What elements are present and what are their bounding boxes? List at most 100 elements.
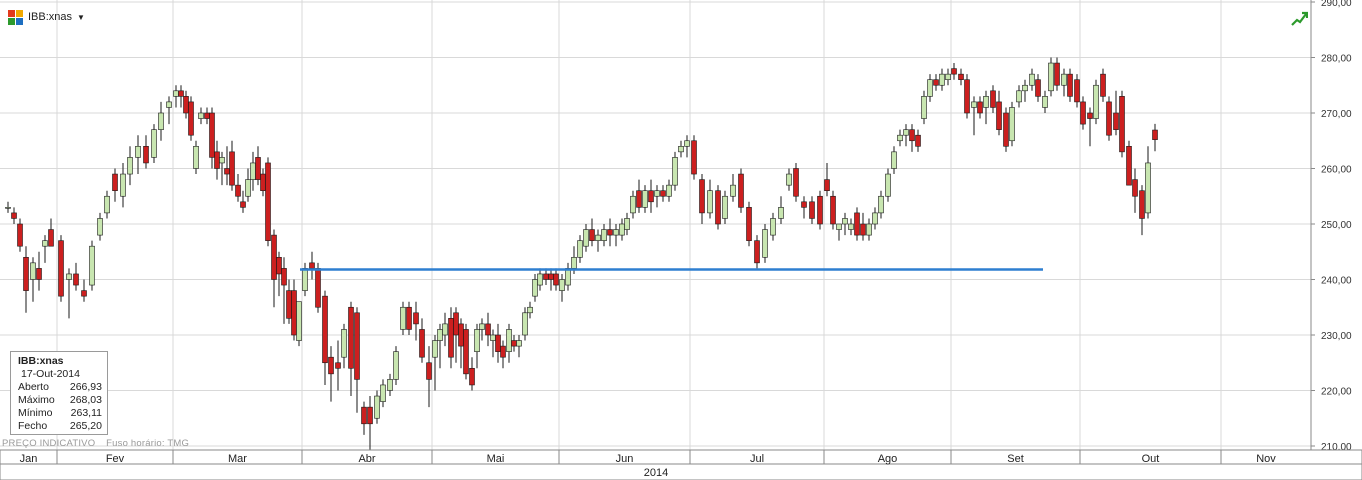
candle-body xyxy=(1126,146,1132,186)
candle-body xyxy=(240,201,246,208)
candle[interactable] xyxy=(672,151,678,191)
candle[interactable] xyxy=(296,301,302,347)
candle-body xyxy=(479,323,485,330)
candle[interactable] xyxy=(89,240,95,291)
candle[interactable] xyxy=(830,190,836,230)
candle[interactable] xyxy=(463,323,469,380)
candle-body xyxy=(214,151,220,169)
candle-body xyxy=(878,195,884,214)
candle-body xyxy=(778,207,784,219)
candle-body xyxy=(198,112,204,119)
price-note: PREÇO INDICATIVO xyxy=(2,438,96,449)
candle-body xyxy=(1054,62,1060,86)
candle[interactable] xyxy=(1048,57,1054,97)
trend-arrow-icon[interactable] xyxy=(1290,10,1308,28)
candle[interactable] xyxy=(691,135,697,180)
candle-body xyxy=(204,112,210,119)
x-month-label: Nov xyxy=(1256,453,1276,465)
candle[interactable] xyxy=(1003,107,1009,152)
candle[interactable] xyxy=(793,162,799,202)
candle-body xyxy=(762,229,768,258)
candle[interactable] xyxy=(1119,90,1125,158)
candle-body xyxy=(276,256,282,275)
candle-body xyxy=(1074,79,1080,103)
candle-body xyxy=(809,201,815,219)
candle-body xyxy=(684,140,690,147)
x-axis: Jan Fev Mar Abr Mai Jun Jul Ago Set Out Nov xyxy=(0,449,1362,480)
x-month-label: Out xyxy=(1142,453,1160,465)
candle-body xyxy=(817,195,823,225)
candle-body xyxy=(885,173,891,197)
y-tick-label: 250,00 xyxy=(1321,220,1352,231)
candle-body xyxy=(66,273,72,280)
y-tick-label: 230,00 xyxy=(1321,331,1352,342)
candle-body xyxy=(824,179,830,192)
candle[interactable] xyxy=(1093,79,1099,125)
candle-body xyxy=(678,146,684,153)
candle-body xyxy=(5,207,11,209)
info-row-close: Fecho 265,20 xyxy=(18,420,102,432)
candle-body xyxy=(89,245,95,286)
candle-body xyxy=(971,101,977,108)
candle[interactable] xyxy=(58,235,64,302)
candle-body xyxy=(188,101,194,136)
symbol-selector[interactable]: IBB:xnas ▼ xyxy=(8,8,85,26)
candle-body xyxy=(537,273,543,286)
candle-body xyxy=(1029,73,1035,86)
candle[interactable] xyxy=(817,190,823,230)
candle-body xyxy=(374,395,380,419)
candle-body xyxy=(1145,162,1151,214)
candle-body xyxy=(442,323,448,336)
candle-body xyxy=(619,223,625,236)
candle-body xyxy=(354,312,360,380)
caret-down-icon[interactable]: ▼ xyxy=(77,13,85,22)
footer-note: PREÇO INDICATIVO Fuso horário: TMG xyxy=(2,438,189,449)
candle-body xyxy=(120,173,126,197)
candle-body xyxy=(583,229,589,247)
x-month-label: Mai xyxy=(487,453,505,465)
candle-body xyxy=(380,384,386,402)
candle-body xyxy=(1132,179,1138,197)
candle[interactable] xyxy=(964,74,970,119)
candle-body xyxy=(387,379,393,391)
candle-body xyxy=(58,240,64,297)
year-label: 2014 xyxy=(644,467,668,479)
candle-body xyxy=(793,168,799,197)
candle[interactable] xyxy=(1126,140,1132,186)
candle[interactable] xyxy=(715,185,721,230)
candle-body xyxy=(400,306,406,330)
candle[interactable] xyxy=(151,124,157,163)
candle-body xyxy=(183,96,189,114)
candle[interactable] xyxy=(738,168,744,213)
candle-body xyxy=(490,334,496,341)
candle-body xyxy=(245,179,251,197)
candle[interactable] xyxy=(746,201,752,247)
candle-body xyxy=(830,195,836,225)
candle[interactable] xyxy=(1106,96,1112,141)
candle-body xyxy=(532,279,538,297)
candle[interactable] xyxy=(762,224,768,263)
candle[interactable] xyxy=(188,96,194,141)
candle-body xyxy=(341,329,347,358)
candle-body xyxy=(348,306,354,369)
candle[interactable] xyxy=(265,157,271,247)
candle-body xyxy=(178,90,184,97)
candle-body xyxy=(624,218,630,230)
candle-body xyxy=(927,79,933,97)
candle[interactable] xyxy=(393,346,399,385)
candle-body xyxy=(746,207,752,241)
candle-body xyxy=(474,329,480,352)
candle-body xyxy=(302,268,308,291)
candle-body xyxy=(224,168,230,175)
x-month-label: Ago xyxy=(878,453,898,465)
y-tick-label: 260,00 xyxy=(1321,165,1352,176)
y-tick-label: 240,00 xyxy=(1321,276,1352,287)
candle-body xyxy=(786,173,792,186)
info-row-high: Máximo 268,03 xyxy=(18,394,102,406)
x-month-label: Fev xyxy=(106,453,125,465)
candle[interactable] xyxy=(1009,101,1015,147)
candle-body xyxy=(915,134,921,147)
candle-body xyxy=(977,101,983,114)
candle-body xyxy=(448,318,454,358)
candle-body xyxy=(522,312,528,336)
